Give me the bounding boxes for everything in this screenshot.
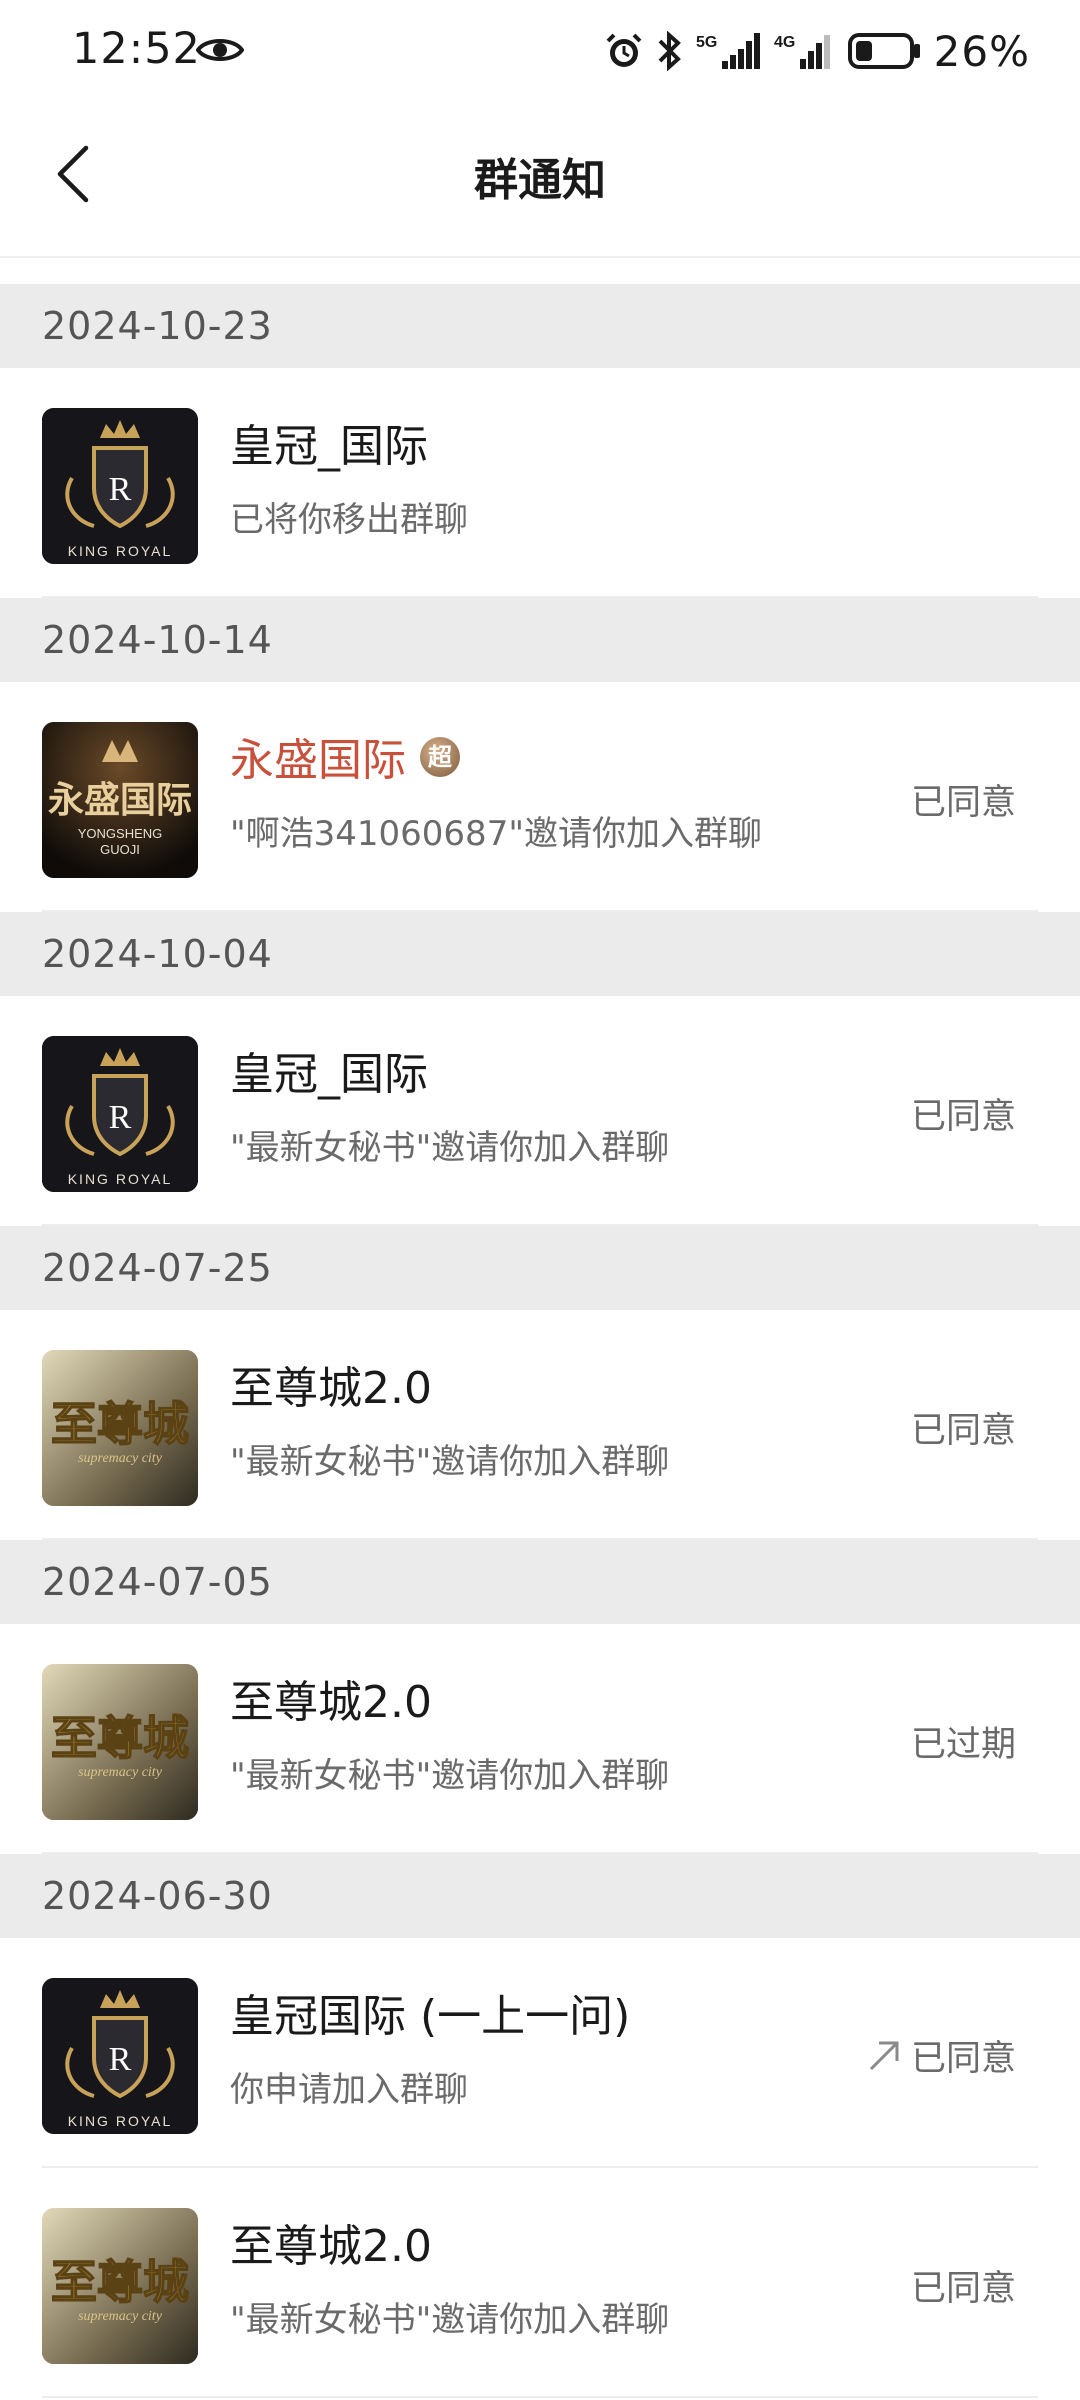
- svg-text:supremacy city: supremacy city: [78, 1451, 163, 1466]
- date-header: 2024-10-04: [0, 912, 1080, 996]
- divider: [42, 596, 1038, 598]
- group-name: 永盛国际超: [230, 724, 460, 788]
- king-royal-logo: R KING ROYAL: [42, 1978, 198, 2134]
- divider: [42, 1852, 1038, 1854]
- group-avatar[interactable]: R KING ROYAL: [42, 408, 198, 564]
- svg-text:supremacy city: supremacy city: [78, 1765, 163, 1780]
- group-name: 皇冠国际 (一上一问): [230, 1991, 631, 2042]
- svg-text:KING ROYAL: KING ROYAL: [68, 2113, 173, 2129]
- svg-text:至尊城: 至尊城: [51, 1711, 189, 1765]
- group-name: 至尊城2.0: [230, 2221, 432, 2272]
- zhizuncheng-logo: 至尊城 supremacy city: [42, 1350, 198, 1506]
- group-name: 至尊城2.0: [230, 1363, 432, 1414]
- group-name: 皇冠_国际: [230, 1049, 428, 1100]
- date-header: 2024-07-25: [0, 1226, 1080, 1310]
- status-time: 12:52: [72, 24, 201, 74]
- svg-text:4G: 4G: [774, 34, 795, 51]
- king-royal-logo: R KING ROYAL: [42, 408, 198, 564]
- super-badge-icon: 超: [420, 737, 460, 777]
- notification-row[interactable]: 至尊城 supremacy city 至尊城2.0 "最新女秘书"邀请你加入群聊…: [0, 2168, 1080, 2398]
- status-label: 已同意: [910, 1097, 1016, 1137]
- group-name: 皇冠_国际: [230, 421, 428, 472]
- divider: [42, 2396, 1038, 2398]
- group-avatar[interactable]: 永盛国际 YONGSHENG GUOJI: [42, 722, 198, 878]
- svg-text:KING ROYAL: KING ROYAL: [68, 543, 173, 559]
- status-label: 已同意: [910, 2269, 1016, 2309]
- group-name-text: 永盛国际: [230, 735, 406, 786]
- notification-desc: "最新女秘书"邀请你加入群聊: [230, 1442, 670, 1482]
- svg-text:永盛国际: 永盛国际: [48, 780, 192, 821]
- page-title: 群通知: [474, 155, 606, 206]
- notification-desc: "啊浩341060687"邀请你加入群聊: [230, 814, 762, 854]
- alarm-icon: [606, 33, 642, 67]
- zhizuncheng-logo: 至尊城 supremacy city: [42, 1664, 198, 1820]
- date-header: 2024-07-05: [0, 1540, 1080, 1624]
- svg-text:YONGSHENG: YONGSHENG: [78, 826, 163, 841]
- group-avatar[interactable]: 至尊城 supremacy city: [42, 1350, 198, 1506]
- notification-row[interactable]: 至尊城 supremacy city 至尊城2.0 "最新女秘书"邀请你加入群聊…: [0, 1310, 1080, 1540]
- date-header: 2024-10-23: [0, 284, 1080, 368]
- status-label: 已过期: [910, 1725, 1016, 1765]
- king-royal-logo: R KING ROYAL: [42, 1036, 198, 1192]
- arrow-up-right-icon: [869, 2041, 899, 2070]
- group-avatar[interactable]: R KING ROYAL: [42, 1036, 198, 1192]
- battery-icon: [847, 33, 920, 69]
- group-name: 至尊城2.0: [230, 1677, 432, 1728]
- battery-percent: 26%: [933, 26, 1030, 76]
- svg-text:5G: 5G: [696, 34, 717, 51]
- notification-desc: "最新女秘书"邀请你加入群聊: [230, 2300, 670, 2340]
- svg-text:GUOJI: GUOJI: [100, 842, 140, 857]
- notification-row[interactable]: 永盛国际 YONGSHENG GUOJI 永盛国际超 "啊浩341060687"…: [0, 682, 1080, 912]
- svg-text:supremacy city: supremacy city: [78, 2309, 163, 2324]
- svg-text:KING ROYAL: KING ROYAL: [68, 1171, 173, 1187]
- divider: [42, 910, 1038, 912]
- svg-text:至尊城: 至尊城: [51, 2255, 189, 2309]
- divider: [42, 1538, 1038, 1540]
- bluetooth-icon: [658, 31, 681, 71]
- eye-icon: [196, 39, 244, 61]
- signal-4g-icon: 4G: [774, 34, 830, 69]
- notification-row[interactable]: R KING ROYAL 皇冠_国际 "最新女秘书"邀请你加入群聊 已同意: [0, 996, 1080, 1226]
- divider: [42, 1224, 1038, 1226]
- svg-text:至尊城: 至尊城: [51, 1397, 189, 1451]
- group-avatar[interactable]: R KING ROYAL: [42, 1978, 198, 2134]
- status-label: 已同意: [910, 783, 1016, 823]
- notification-desc: "最新女秘书"邀请你加入群聊: [230, 1756, 670, 1796]
- zhizuncheng-logo: 至尊城 supremacy city: [42, 2208, 198, 2364]
- notification-list: 2024-10-23 R KING ROYAL 皇冠_国际 已将你移出群聊 20…: [0, 284, 1080, 2398]
- group-avatar[interactable]: 至尊城 supremacy city: [42, 2208, 198, 2364]
- svg-text:R: R: [109, 1099, 132, 1136]
- date-header: 2024-06-30: [0, 1854, 1080, 1938]
- notification-desc: 已将你移出群聊: [230, 500, 468, 540]
- status-bar: 12:52 5G 4G 26%: [0, 0, 1080, 100]
- status-icons: 5G 4G 26%: [604, 26, 1030, 76]
- group-avatar[interactable]: 至尊城 supremacy city: [42, 1664, 198, 1820]
- svg-text:R: R: [109, 2041, 132, 2078]
- notification-row[interactable]: R KING ROYAL 皇冠_国际 已将你移出群聊: [0, 368, 1080, 598]
- notification-row[interactable]: 至尊城 supremacy city 至尊城2.0 "最新女秘书"邀请你加入群聊…: [0, 1624, 1080, 1854]
- notification-row[interactable]: R KING ROYAL 皇冠国际 (一上一问) 你申请加入群聊 已同意: [0, 1938, 1080, 2168]
- status-area: 已同意: [867, 2030, 1016, 2081]
- notification-desc: 你申请加入群聊: [230, 2070, 468, 2110]
- yongsheng-logo: 永盛国际 YONGSHENG GUOJI: [42, 722, 198, 878]
- svg-text:R: R: [109, 471, 132, 508]
- date-header: 2024-10-14: [0, 598, 1080, 682]
- status-label: 已同意: [910, 1411, 1016, 1451]
- notification-desc: "最新女秘书"邀请你加入群聊: [230, 1128, 670, 1168]
- status-label: 已同意: [910, 2039, 1016, 2079]
- signal-5g-icon: 5G: [696, 33, 760, 69]
- nav-header: 群通知: [0, 100, 1080, 258]
